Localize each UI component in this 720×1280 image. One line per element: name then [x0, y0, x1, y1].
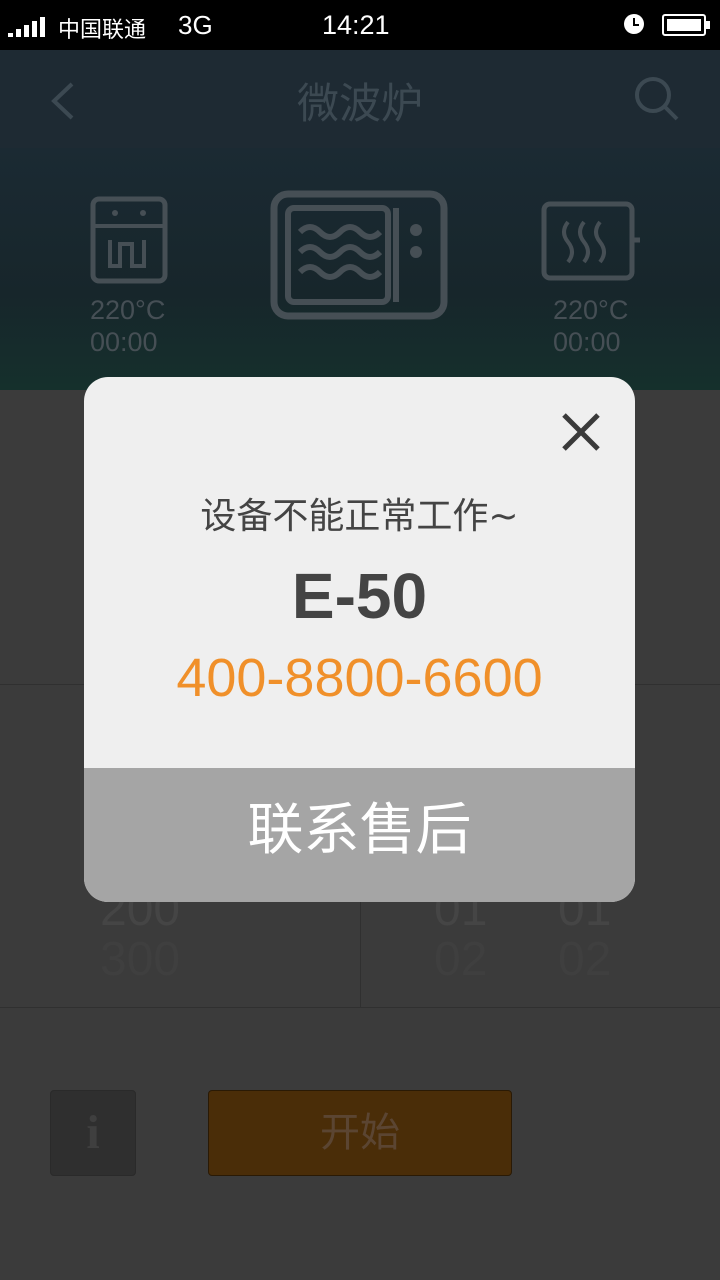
battery-icon [662, 14, 710, 36]
grill-mode-temp: 220°C [553, 295, 629, 325]
close-icon[interactable] [560, 411, 602, 453]
error-dialog: 设备不能正常工作~ E-50 400-8800-6600 联系售后 [84, 377, 635, 902]
error-message: 设备不能正常工作~ [200, 496, 519, 537]
nav-bar: 微波炉 [0, 50, 720, 148]
hour-picker-value[interactable]: 02 [434, 932, 487, 987]
temp-picker-value[interactable]: 300 [100, 932, 180, 987]
clock: 14:21 [322, 10, 390, 40]
page-title: 微波炉 [296, 79, 423, 128]
service-phone[interactable]: 400-8800-6600 [84, 647, 635, 709]
grill-mode-icon[interactable] [540, 200, 644, 284]
signal-icon [8, 15, 45, 37]
steam-mode-temp: 220°C [90, 295, 166, 325]
microwave-mode-icon[interactable] [270, 190, 450, 320]
start-button[interactable]: 开始 [208, 1090, 512, 1176]
contact-service-button[interactable]: 联系售后 [84, 768, 635, 902]
search-icon[interactable] [632, 74, 682, 124]
network-type: 3G [178, 10, 213, 40]
steam-mode-icon[interactable] [90, 196, 170, 286]
status-bar: 中国联通 3G 14:21 [0, 0, 720, 50]
alarm-icon [624, 14, 644, 34]
error-code: E-50 [291, 560, 428, 632]
mode-selector: 220°C 00:00 220°C 00:00 [0, 148, 720, 390]
grill-mode-time: 00:00 [553, 327, 621, 357]
steam-mode-time: 00:00 [90, 327, 158, 357]
steam-mode-readout: 220°C 00:00 [90, 294, 165, 358]
info-button[interactable]: i [50, 1090, 136, 1176]
minute-picker-value[interactable]: 02 [558, 932, 611, 987]
grill-mode-readout: 220°C 00:00 [553, 294, 628, 358]
carrier-label: 中国联通 [58, 18, 147, 43]
